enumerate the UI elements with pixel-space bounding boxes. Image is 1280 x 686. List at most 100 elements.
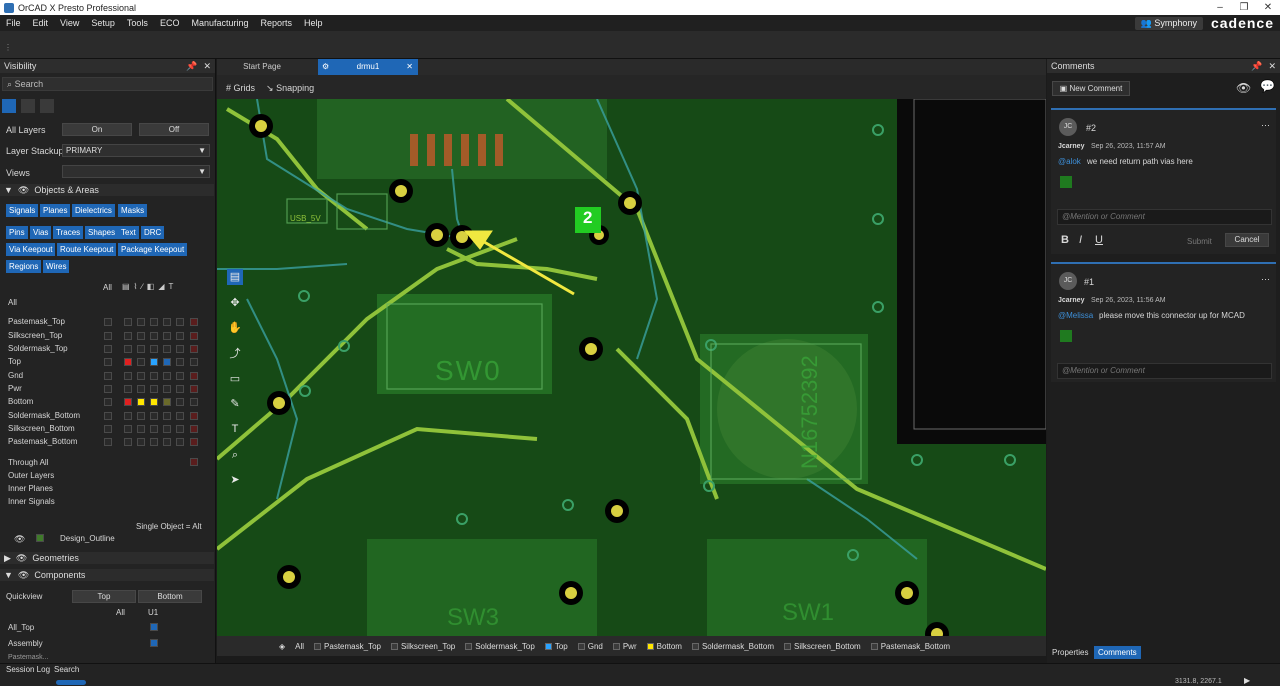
layer-swatch[interactable] [104, 425, 112, 433]
objects-areas-section[interactable]: ▼ 👁 Objects & Areas [0, 184, 214, 196]
menu-view[interactable]: View [54, 18, 85, 28]
layer-swatch[interactable] [124, 438, 132, 446]
route-view-icon[interactable] [21, 99, 35, 113]
close-panel-icon[interactable]: ✕ [203, 61, 211, 72]
all-layers-off-button[interactable]: Off [139, 123, 209, 136]
bold-icon[interactable]: B [1061, 234, 1069, 246]
filter-pins[interactable]: Pins [6, 226, 28, 239]
layer-swatch[interactable] [150, 412, 158, 420]
search-input[interactable]: Search [15, 79, 44, 89]
layer-swatch[interactable] [137, 398, 145, 406]
layer-swatch[interactable] [137, 358, 145, 366]
quickview-top-button[interactable]: Top [72, 590, 136, 603]
layer-swatch[interactable] [176, 412, 184, 420]
menu-tools[interactable]: Tools [121, 18, 154, 28]
chat-icon[interactable]: 💬 [1260, 79, 1275, 93]
layer-swatch[interactable] [176, 385, 184, 393]
layer-swatch[interactable] [137, 425, 145, 433]
close-tab-icon[interactable]: ✕ [406, 59, 413, 75]
components-section[interactable]: ▼ 👁 Components [0, 569, 214, 581]
symphony-button[interactable]: 👥 Symphony [1134, 16, 1203, 30]
layer-swatch[interactable] [176, 425, 184, 433]
layer-swatch[interactable] [137, 332, 145, 340]
tab-design[interactable]: ⚙ drmu1 ✕ [318, 59, 418, 75]
layer-swatch[interactable] [176, 345, 184, 353]
layers-stack-icon[interactable]: ◈ [217, 642, 290, 651]
layer-swatch[interactable] [176, 398, 184, 406]
layer-swatch[interactable] [150, 358, 158, 366]
layer-swatch[interactable] [190, 385, 198, 393]
layer-swatch[interactable] [176, 438, 184, 446]
layer-swatch[interactable] [137, 345, 145, 353]
comp-all-top-swatch[interactable] [150, 623, 158, 631]
tab-start-page[interactable]: Start Page [217, 59, 307, 75]
filter-wires[interactable]: Wires [43, 260, 70, 273]
layer-swatch[interactable] [190, 438, 198, 446]
layer-swatch[interactable] [176, 372, 184, 380]
zoom-tool-icon[interactable]: ⌕ [227, 447, 243, 463]
layerbar-item-pastemask_bottom[interactable]: Pastemask_Bottom [866, 642, 955, 651]
layer-swatch[interactable] [104, 358, 112, 366]
layer-swatch[interactable] [150, 345, 158, 353]
layerbar-item-silkscreen_bottom[interactable]: Silkscreen_Bottom [779, 642, 866, 651]
layer-swatch[interactable] [163, 332, 171, 340]
layer-swatch[interactable] [124, 318, 132, 326]
layer-swatch[interactable] [124, 425, 132, 433]
layer-swatch[interactable] [104, 412, 112, 420]
filter-traces[interactable]: Traces [53, 226, 84, 239]
new-comment-button[interactable]: ▣ New Comment [1052, 81, 1130, 96]
comment-mention[interactable]: @Melissa [1058, 311, 1093, 320]
layer-swatch[interactable] [150, 438, 158, 446]
layer-swatch[interactable] [163, 425, 171, 433]
layerbar-item-pwr[interactable]: Pwr [608, 642, 642, 651]
layer-swatch[interactable] [104, 345, 112, 353]
filter-drc[interactable]: DRC [141, 226, 165, 239]
comp-assembly-swatch[interactable] [150, 639, 158, 647]
close-icon[interactable]: ✕ [1256, 2, 1280, 13]
layer-swatch[interactable] [137, 372, 145, 380]
layer-swatch[interactable] [137, 318, 145, 326]
comment-snapshot-icon[interactable] [1060, 330, 1072, 342]
layer-swatch[interactable] [176, 318, 184, 326]
pin-icon[interactable]: 📌 [1251, 61, 1262, 72]
quickview-bottom-button[interactable]: Bottom [138, 590, 202, 603]
edit-tool-icon[interactable]: ✎ [227, 396, 243, 412]
menu-edit[interactable]: Edit [27, 18, 55, 28]
layer-swatch[interactable] [137, 412, 145, 420]
layer-swatch[interactable] [150, 425, 158, 433]
layer-swatch[interactable] [124, 358, 132, 366]
layer-swatch[interactable] [190, 358, 198, 366]
submit-button[interactable]: Submit [1187, 237, 1212, 246]
layer-swatch[interactable] [124, 398, 132, 406]
layer-swatch[interactable] [104, 318, 112, 326]
filter-vias[interactable]: Vias [30, 226, 52, 239]
menu-file[interactable]: File [0, 18, 27, 28]
layerbar-item-soldermask_top[interactable]: Soldermask_Top [460, 642, 540, 651]
restore-icon[interactable]: ❐ [1232, 2, 1256, 13]
layer-swatch[interactable] [190, 318, 198, 326]
tab-comments[interactable]: Comments [1094, 646, 1141, 659]
filter-signals[interactable]: Signals [6, 204, 39, 217]
layerbar-item-bottom[interactable]: Bottom [642, 642, 687, 651]
menu-reports[interactable]: Reports [255, 18, 299, 28]
layer-swatch[interactable] [190, 398, 198, 406]
pin-icon[interactable]: 📌 [186, 61, 197, 72]
pcb-canvas[interactable]: USB_5V SW0 SW3 SW1 N16752392 2 [217, 99, 1046, 636]
layer-swatch[interactable] [124, 412, 132, 420]
layer-swatch[interactable] [124, 385, 132, 393]
layer-swatch[interactable] [137, 385, 145, 393]
visibility-search[interactable]: ⌕ Search [2, 77, 213, 91]
comment-mention[interactable]: @alok [1058, 157, 1081, 166]
layer-swatch[interactable] [104, 372, 112, 380]
select-tool-icon[interactable]: ➤ [227, 472, 243, 488]
move-tool-icon[interactable]: ✥ [227, 295, 243, 311]
underline-icon[interactable]: U [1095, 234, 1103, 246]
layerbar-item-silkscreen_top[interactable]: Silkscreen_Top [386, 642, 460, 651]
tab-session-log[interactable]: Session Log [6, 665, 50, 674]
close-panel-icon[interactable]: ✕ [1268, 61, 1276, 72]
layer-swatch[interactable] [190, 345, 198, 353]
views-select[interactable]: ▼ [62, 165, 210, 178]
more-icon[interactable]: ⋯ [1261, 274, 1270, 285]
text-tool-icon[interactable]: T [227, 421, 243, 437]
toolbar-grip-icon[interactable]: ⋮ [4, 43, 12, 52]
